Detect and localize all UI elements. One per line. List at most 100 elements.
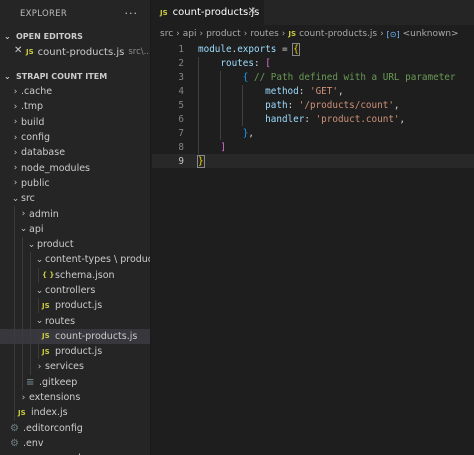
tree-folder[interactable]: ⌄ src	[0, 191, 150, 206]
breadcrumb-item[interactable]: product	[206, 29, 241, 39]
indent-guide	[242, 84, 243, 127]
tree-item-label: count-products.js	[55, 330, 138, 342]
code-token: path	[265, 100, 288, 111]
code-line[interactable]: 9}	[152, 154, 474, 169]
js-file-icon: JS	[160, 8, 168, 17]
tree-file[interactable]: { } schema.json	[0, 267, 150, 283]
code-token: ,	[337, 86, 344, 98]
tree-folder[interactable]: › services	[0, 359, 150, 375]
code-text: module.exports = {	[184, 43, 300, 57]
tree-folder[interactable]: › extensions	[0, 389, 150, 406]
close-icon[interactable]: ✕	[248, 6, 256, 17]
breadcrumb-file[interactable]: count-products.js	[299, 29, 377, 39]
tree-item-label: index.js	[31, 407, 68, 419]
code-token: =	[276, 44, 294, 56]
code-token: :	[287, 100, 299, 111]
code-line[interactable]: 1 module.exports = {	[152, 43, 474, 57]
project-label: STRAPI COUNT ITEM	[16, 71, 108, 81]
code-line[interactable]: 2 routes: [	[152, 57, 474, 71]
code-token: '/products/count'	[298, 100, 394, 111]
code-token: routes	[220, 58, 254, 70]
chevron-down-icon: ⌄	[19, 224, 28, 235]
code-line[interactable]: 3 { // Path defined with a URL parameter	[152, 71, 474, 85]
tree-folder[interactable]: › .cache	[0, 84, 150, 99]
tree-file[interactable]: JS index.js	[0, 405, 150, 421]
tree-item-label: extensions	[29, 392, 81, 404]
tab-count-products[interactable]: JS count-products.js ✕	[152, 0, 264, 25]
line-number: 8	[178, 141, 184, 153]
open-editor-path: src\...	[128, 47, 151, 57]
indent-guide	[220, 70, 221, 141]
tree-item-label: content-types \ product	[45, 254, 151, 266]
explorer-title: EXPLORER ···	[0, 0, 150, 28]
breadcrumb-symbol[interactable]: <unknown>	[403, 29, 459, 39]
tree-folder[interactable]: › admin	[0, 206, 150, 222]
open-editors-header[interactable]: ⌄ OPEN EDITORS	[0, 28, 150, 44]
tree-folder[interactable]: ⌄ content-types \ product	[0, 252, 151, 268]
code-text: },	[184, 128, 254, 139]
tree-file[interactable]: ≡ .gitkeep	[0, 374, 150, 390]
tree-folder[interactable]: ⌄ api	[0, 221, 150, 237]
code-token: :	[253, 58, 266, 70]
line-number: 4	[178, 86, 184, 98]
tree-folder[interactable]: › public	[0, 176, 150, 191]
tree-folder[interactable]: ⌄ product	[0, 236, 150, 253]
line-number: 9	[178, 155, 184, 167]
tree-file[interactable]: JS product.js	[0, 344, 150, 360]
chevron-right-icon: ›	[176, 29, 180, 39]
code-token: exports	[237, 44, 277, 56]
tree-item-label: product.js	[55, 300, 103, 312]
code-token: ]	[220, 141, 226, 153]
tree-item-label: services	[45, 361, 84, 373]
file-file-icon: ≡	[26, 376, 35, 388]
tab-label: count-products.js	[172, 7, 260, 18]
code-line[interactable]: 8 ]	[152, 140, 474, 154]
project-header[interactable]: ⌄ STRAPI COUNT ITEM	[0, 68, 150, 84]
code-text: handler: 'product.count',	[184, 114, 405, 125]
tree-folder[interactable]: › database	[0, 145, 150, 160]
chevron-down-icon: ⌄	[4, 31, 11, 41]
js-file-icon: JS	[42, 301, 50, 310]
explorer-title-label: EXPLORER	[20, 9, 68, 19]
code-token: // Path defined with a URL parameter	[254, 72, 456, 84]
code-line[interactable]: 5 path: '/products/count',	[152, 99, 474, 113]
breadcrumb-item[interactable]: routes	[250, 29, 278, 39]
tree-folder[interactable]: › config	[0, 130, 150, 145]
tab-bar: JS count-products.js ✕	[152, 0, 474, 25]
code-line[interactable]: 7 },	[152, 126, 474, 140]
code-editor[interactable]: 1 module.exports = {2 routes: [3 { // Pat…	[152, 43, 474, 169]
chevron-right-icon: ›	[243, 29, 248, 39]
tree-file[interactable]: ⚙ .env	[0, 436, 150, 451]
tree-folder[interactable]: › node_modules	[0, 160, 150, 175]
tree-file[interactable]: JS count-products.js	[0, 328, 150, 345]
chevron-right-icon: ›	[199, 29, 204, 39]
code-token: :	[304, 113, 316, 125]
tree-item-label: .gitkeep	[39, 376, 78, 388]
tree-item-label: admin	[29, 208, 59, 220]
line-number: 6	[178, 113, 184, 125]
tree-file[interactable]: ≡.env.example	[0, 451, 150, 455]
tree-file[interactable]: ⚙ .editorconfig	[0, 421, 150, 436]
breadcrumb-item[interactable]: src	[160, 29, 173, 39]
tree-file[interactable]: JS product.js	[0, 298, 150, 314]
more-actions-icon[interactable]: ···	[125, 7, 139, 20]
chevron-right-icon: ›	[13, 132, 18, 143]
tree-item-label: public	[21, 177, 50, 189]
open-editor-item[interactable]: ✕ JS count-products.js src\...	[0, 44, 150, 60]
code-line[interactable]: 4 method: 'GET',	[152, 85, 474, 99]
tree-folder[interactable]: ⌄ routes	[0, 313, 150, 329]
tree-item-label: controllers	[45, 285, 96, 296]
tree-folder[interactable]: › build	[0, 115, 150, 130]
open-editors-label: OPEN EDITORS	[16, 31, 83, 41]
tree-folder[interactable]: ⌄ controllers	[0, 282, 150, 299]
code-line[interactable]: 6 handler: 'product.count',	[152, 112, 474, 126]
chevron-right-icon: ›	[37, 361, 42, 372]
editor-area: JS count-products.js ✕ src › api › produ…	[152, 0, 474, 455]
close-icon[interactable]: ✕	[14, 45, 22, 56]
tree-item-label: api	[29, 223, 44, 235]
code-token: ,	[248, 127, 254, 139]
tree-folder[interactable]: › .tmp	[0, 99, 150, 114]
breadcrumb-item[interactable]: api	[183, 29, 197, 39]
